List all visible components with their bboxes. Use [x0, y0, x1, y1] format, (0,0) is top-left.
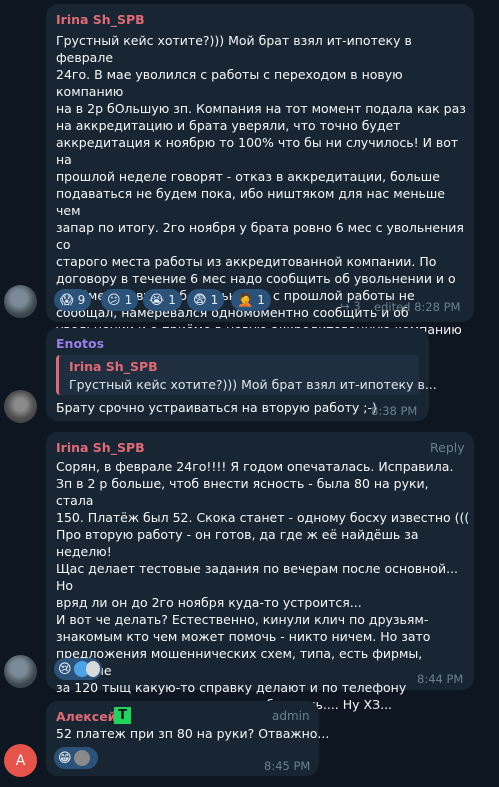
- reaction-chip[interactable]: 😱 9: [54, 289, 92, 311]
- message-time: 8:38 PM: [371, 404, 418, 418]
- message-bubble[interactable]: Irina Sh_SPB Reply Сорян, в феврале 24го…: [46, 432, 474, 712]
- message-text: 52 платеж при зп 80 на руки? Отважно...: [56, 726, 330, 741]
- reaction-chip[interactable]: 🤦 1: [231, 289, 271, 311]
- badge-t-icon: T: [114, 707, 131, 724]
- reaction-count: 1: [257, 293, 265, 307]
- reply-count: 3: [353, 299, 361, 313]
- quote-sender: Irina Sh_SPB: [69, 359, 158, 374]
- avatar[interactable]: [4, 390, 37, 423]
- admin-label: admin: [272, 709, 310, 723]
- sender-name[interactable]: Алексей: [56, 709, 116, 724]
- message-text: Сорян, в феврале 24го!!!! Я годом опечат…: [56, 459, 470, 712]
- reaction-chip[interactable]: 😕 1: [101, 289, 139, 311]
- reaction-chip[interactable]: 😨 1: [187, 289, 225, 311]
- reaction-count: 1: [168, 293, 176, 307]
- reaction-count: 1: [124, 293, 133, 307]
- reply-button[interactable]: Reply: [430, 440, 465, 455]
- scream-emoji: 😱: [60, 292, 74, 308]
- grin-emoji: 😁: [58, 750, 72, 766]
- facepalm-emoji: 🤦: [237, 292, 254, 308]
- sob-emoji: 😭: [149, 292, 165, 308]
- message-text: Брату срочно устраиваться на вторую рабо…: [56, 400, 377, 415]
- avatar[interactable]: A: [4, 744, 37, 777]
- worried-emoji: 😕: [107, 292, 121, 308]
- message-bubble[interactable]: Алексей T admin 52 платеж при зп 80 на р…: [46, 701, 329, 776]
- sender-name[interactable]: Enotos: [56, 336, 104, 351]
- reaction-chip[interactable]: 😢: [54, 658, 102, 680]
- message-bubble[interactable]: Irina Sh_SPB Грустный кейс хотите?))) Мо…: [46, 4, 474, 354]
- fearful-emoji: 😨: [193, 292, 207, 308]
- avatar-letter: A: [15, 752, 26, 769]
- crying-emoji: 😢: [58, 661, 72, 677]
- message-bubble[interactable]: Enotos Irina Sh_SPB Грустный кейс хотите…: [46, 328, 437, 421]
- reaction-chip[interactable]: 😭 1: [143, 289, 182, 311]
- message-time: edited 8:28 PM: [374, 300, 461, 314]
- message-time: 8:44 PM: [417, 672, 464, 686]
- reaction-count: 1: [210, 293, 219, 307]
- reply-arrow-icon: ↪: [340, 299, 350, 313]
- replies-button[interactable]: ↪ 3: [340, 299, 361, 313]
- reactor-avatar-icon: [73, 750, 90, 766]
- message-time: 8:45 PM: [264, 759, 311, 773]
- quote-text: Грустный кейс хотите?))) Мой брат взял и…: [69, 377, 437, 392]
- sender-name[interactable]: Irina Sh_SPB: [56, 440, 145, 455]
- sender-name[interactable]: Irina Sh_SPB: [56, 12, 145, 27]
- reaction-chip[interactable]: 😁: [54, 747, 98, 769]
- reactor-avatar-icon: [85, 661, 100, 677]
- avatar[interactable]: [4, 285, 37, 318]
- reply-quote[interactable]: Irina Sh_SPB Грустный кейс хотите?))) Мо…: [56, 355, 437, 395]
- reaction-count: 9: [77, 293, 86, 307]
- avatar[interactable]: [4, 655, 37, 688]
